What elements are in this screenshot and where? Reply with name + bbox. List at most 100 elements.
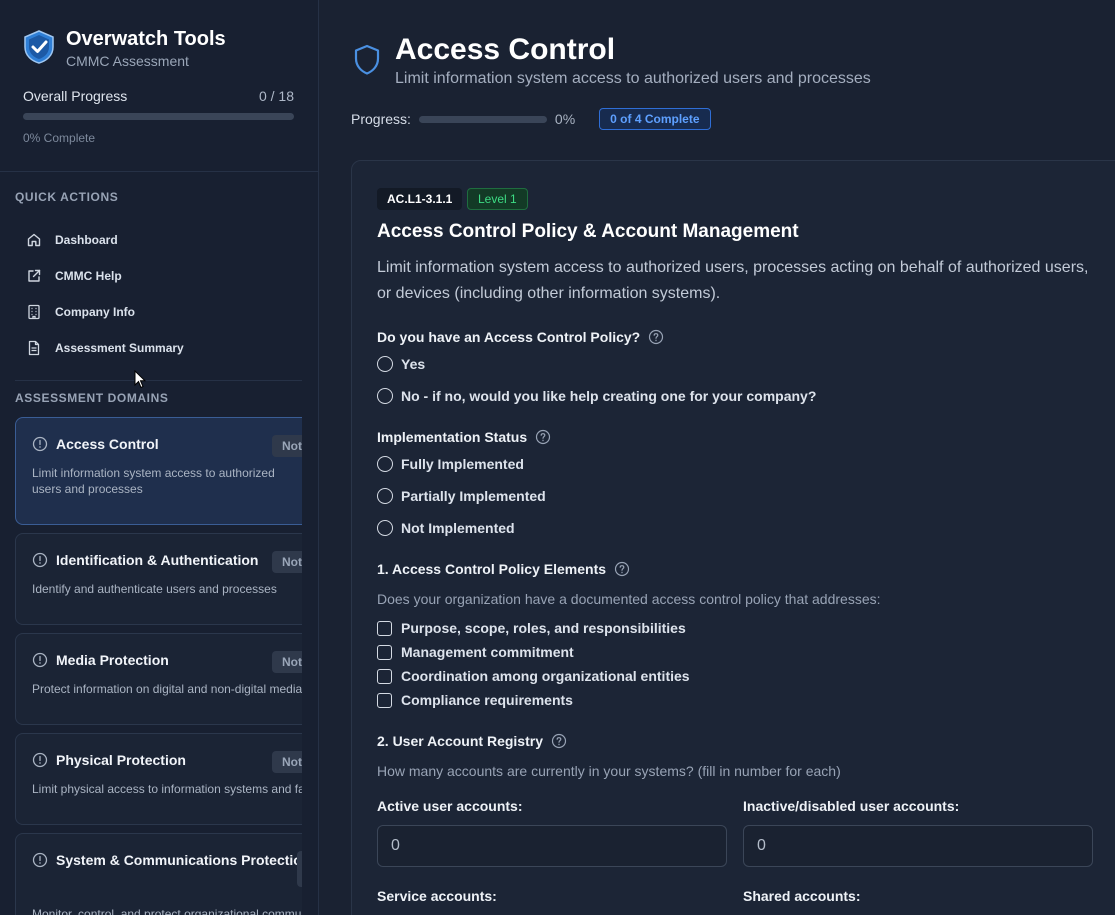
sidebar-divider: [15, 380, 302, 381]
radio-button[interactable]: [377, 456, 393, 472]
checkbox-compliance[interactable]: Compliance requirements: [377, 692, 573, 708]
radio-label: Partially Implemented: [401, 488, 546, 504]
domain-description: Identify and authenticate users and proc…: [32, 582, 277, 596]
radio-label: Not Implemented: [401, 520, 515, 536]
control-id-badge: AC.L1-3.1.1: [377, 188, 463, 210]
home-icon: [27, 233, 41, 247]
domain-description: Limit information system access to autho…: [32, 466, 275, 496]
checkbox-coordination[interactable]: Coordination among organizational entiti…: [377, 668, 690, 684]
status-badge: [297, 851, 302, 887]
question-label: 2. User Account Registry: [377, 733, 543, 749]
inactive-accounts-label: Inactive/disabled user accounts:: [743, 798, 960, 814]
external-link-icon: [28, 269, 41, 282]
overall-progress-bar: [23, 113, 294, 120]
quick-actions-title: QUICK ACTIONS: [15, 190, 119, 204]
quick-actions-list: Dashboard CMMC Help Company Info Assessm…: [26, 222, 184, 366]
alert-circle-icon: [32, 652, 48, 668]
app-subtitle: CMMC Assessment: [66, 53, 189, 69]
overall-progress-label: Overall Progress: [23, 88, 128, 104]
domain-card-access-control[interactable]: Access Control Not Limit information sys…: [15, 417, 302, 525]
status-badge: Not: [272, 751, 302, 773]
domain-card-physical-protection[interactable]: Physical Protection Not Limit physical a…: [15, 733, 302, 825]
question-label: Implementation Status: [377, 429, 528, 445]
help-circle-icon[interactable]: [614, 561, 630, 577]
progress-label: Progress:: [351, 111, 411, 127]
domain-title: Media Protection: [56, 652, 169, 668]
overall-progress: Overall Progress 0 / 18 0% Complete: [23, 88, 294, 145]
alert-circle-icon: [32, 752, 48, 768]
domain-title: Identification & Authentication: [56, 552, 259, 568]
radio-label: Yes: [401, 356, 426, 372]
quick-action-assessment-summary[interactable]: Assessment Summary: [26, 330, 184, 366]
question-access-control-policy: Do you have an Access Control Policy?: [377, 329, 664, 345]
quick-action-cmmc-help[interactable]: CMMC Help: [26, 258, 184, 294]
control-card: AC.L1-3.1.1 Level 1 Access Control Polic…: [351, 160, 1115, 915]
radio-policy-no[interactable]: No - if no, would you like help creating…: [377, 388, 816, 404]
radio-partially-implemented[interactable]: Partially Implemented: [377, 488, 546, 504]
radio-button[interactable]: [377, 388, 393, 404]
domain-title: Access Control: [56, 436, 159, 452]
help-circle-icon[interactable]: [648, 329, 664, 345]
complete-count-badge: 0 of 4 Complete: [599, 108, 711, 130]
radio-button[interactable]: [377, 520, 393, 536]
question-policy-elements: 1. Access Control Policy Elements: [377, 561, 630, 577]
radio-fully-implemented[interactable]: Fully Implemented: [377, 456, 524, 472]
domain-card-identification-authentication[interactable]: Identification & Authentication Not Iden…: [15, 533, 302, 625]
radio-policy-yes[interactable]: Yes: [377, 356, 425, 372]
status-badge: Not: [272, 435, 302, 457]
alert-circle-icon: [32, 436, 48, 452]
question-implementation-status: Implementation Status: [377, 429, 551, 445]
quick-action-label: Assessment Summary: [55, 341, 184, 355]
shared-accounts-label: Shared accounts:: [743, 888, 861, 904]
domain-card-media-protection[interactable]: Media Protection Not Protect information…: [15, 633, 302, 725]
app-title: Overwatch Tools: [66, 28, 226, 50]
shield-icon: [354, 44, 380, 75]
checkbox-management-commitment[interactable]: Management commitment: [377, 644, 574, 660]
checkbox-label: Management commitment: [401, 644, 574, 660]
overall-progress-count: 0 / 18: [258, 88, 294, 104]
quick-action-label: Company Info: [55, 305, 135, 319]
radio-label: No - if no, would you like help creating…: [401, 388, 817, 404]
checkbox[interactable]: [377, 644, 392, 660]
inactive-accounts-input[interactable]: [743, 825, 1093, 867]
question-hint: Does your organization have a documented…: [377, 591, 881, 607]
alert-circle-icon: [32, 552, 48, 568]
mouse-cursor-icon: [134, 370, 146, 389]
radio-not-implemented[interactable]: Not Implemented: [377, 520, 515, 536]
question-label: Do you have an Access Control Policy?: [377, 329, 641, 345]
level-badge: Level 1: [467, 188, 528, 210]
checkbox-purpose-scope[interactable]: Purpose, scope, roles, and responsibilit…: [377, 620, 686, 636]
document-icon: [28, 340, 40, 356]
radio-button[interactable]: [377, 488, 393, 504]
question-label: 1. Access Control Policy Elements: [377, 561, 607, 577]
progress-percent: 0%: [554, 111, 576, 127]
domain-description: Protect information on digital and non-d…: [32, 682, 302, 696]
checkbox[interactable]: [377, 692, 392, 708]
sidebar-divider: [0, 171, 318, 172]
alert-circle-icon: [32, 852, 48, 868]
active-accounts-input[interactable]: [377, 825, 727, 867]
checkbox-label: Compliance requirements: [401, 692, 573, 708]
status-badge: Not: [272, 551, 302, 573]
help-circle-icon[interactable]: [551, 733, 567, 749]
quick-action-dashboard[interactable]: Dashboard: [26, 222, 184, 258]
domain-progress: Progress: 0% 0 of 4 Complete: [351, 108, 711, 130]
radio-label: Fully Implemented: [401, 456, 524, 472]
radio-button[interactable]: [377, 356, 393, 372]
page-subtitle: Limit information system access to autho…: [395, 70, 871, 87]
page-title: Access Control: [395, 33, 616, 66]
quick-action-company-info[interactable]: Company Info: [26, 294, 184, 330]
help-circle-icon[interactable]: [535, 429, 551, 445]
brand[interactable]: Overwatch Tools CMMC Assessment: [22, 28, 226, 69]
checkbox-label: Purpose, scope, roles, and responsibilit…: [401, 620, 686, 636]
domain-card-system-communications-protection[interactable]: System & Communications Protection Monit…: [15, 833, 302, 915]
active-accounts-label: Active user accounts:: [377, 798, 523, 814]
status-badge: Not: [272, 651, 302, 673]
domain-description: Limit physical access to information sys…: [32, 782, 302, 796]
shield-check-logo-icon: [24, 30, 54, 64]
checkbox[interactable]: [377, 620, 392, 636]
sidebar: Overwatch Tools CMMC Assessment Overall …: [0, 0, 319, 915]
main-content: Access Control Limit information system …: [320, 0, 1115, 915]
quick-action-label: Dashboard: [55, 233, 118, 247]
checkbox[interactable]: [377, 668, 392, 684]
